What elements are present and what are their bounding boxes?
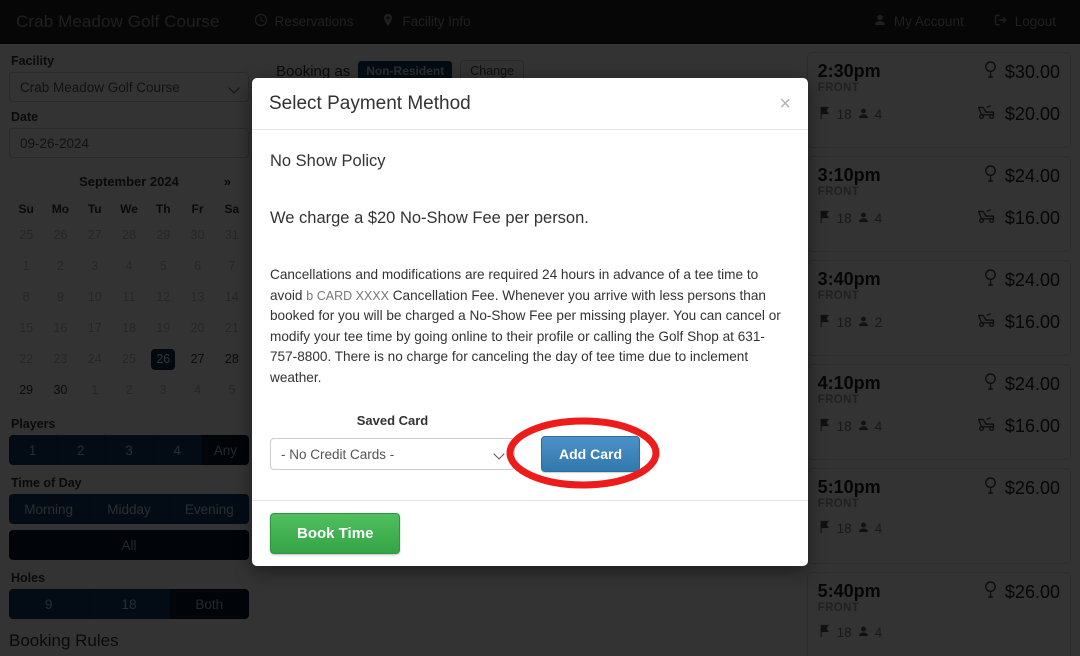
add-card-button[interactable]: Add Card [541,436,640,472]
saved-card-row: - No Credit Cards - Add Card [270,436,790,472]
policy-lead-text: We charge a $20 No-Show Fee per person. [270,209,589,227]
saved-card-select[interactable]: - No Credit Cards - [270,438,515,470]
app-root: Crab Meadow Golf Course Reservations Fac… [0,0,1080,656]
saved-card-section: Saved Card - No Credit Cards - Add Card [270,413,790,472]
policy-body-text: Cancellations and modifications are requ… [270,265,790,388]
modal-body: No Show Policy We charge a $20 No-Show F… [252,130,808,500]
select-payment-method-modal: Select Payment Method × No Show Policy W… [252,78,808,566]
saved-card-select-value: - No Credit Cards - [281,446,395,462]
book-time-button[interactable]: Book Time [270,513,401,554]
modal-footer: Book Time [252,500,808,566]
close-icon[interactable]: × [779,94,791,114]
modal-title: Select Payment Method [269,92,471,114]
policy-heading: No Show Policy [270,152,386,170]
modal-header: Select Payment Method × [252,78,808,130]
saved-card-label: Saved Card [356,413,429,428]
policy-card-placeholder-artifact: b CARD XXXX [306,288,389,303]
